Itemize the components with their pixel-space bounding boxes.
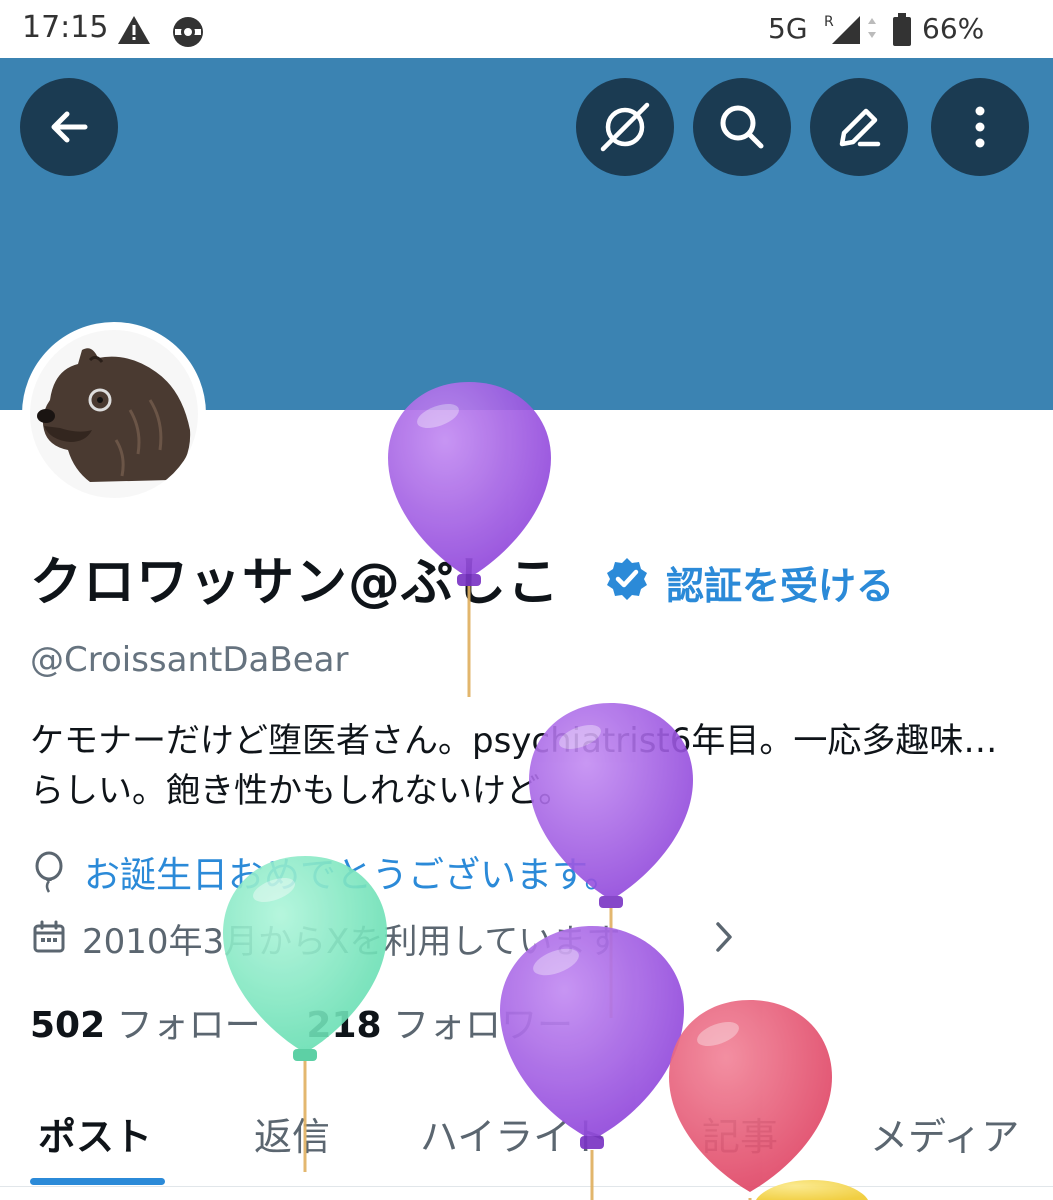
calendar-icon [33,920,65,953]
tab-media[interactable]: メディア [870,1106,1019,1161]
status-time: 17:15 [22,10,109,45]
compose-button[interactable] [810,78,908,176]
followers-count: 218 [306,1005,382,1046]
back-button[interactable] [20,78,118,176]
tab-divider [0,1186,1053,1187]
tab-articles[interactable]: 記事 [702,1106,778,1161]
network-type: 5G [768,12,808,45]
more-button[interactable] [931,78,1029,176]
status-bar: 17:15 5G R 66% [0,0,1053,58]
bear-avatar-image [30,330,198,498]
sync-icon [173,17,203,47]
birthday-message: お誕生日おめでとうございます。 [84,855,621,896]
battery-percent: 66% [922,12,985,45]
profile-tabs: ポスト 返信 ハイライト 記事 メディア [0,1088,1053,1200]
more-icon [975,106,985,148]
back-arrow-icon [51,111,88,143]
grok-button[interactable] [576,78,674,176]
followers-link[interactable]: 218 フォロワー [306,1005,573,1046]
signal-icon: R [824,14,876,44]
verified-badge-icon[interactable] [604,556,650,602]
tab-posts[interactable]: ポスト [38,1106,152,1161]
user-handle: @CroissantDaBear [30,640,349,680]
following-link[interactable]: 502 フォロー [30,1005,261,1046]
search-button[interactable] [693,78,791,176]
compose-icon [839,108,881,147]
active-tab-indicator [30,1178,165,1185]
search-icon [720,105,764,149]
roaming-indicator: R [824,14,834,30]
get-verified-link[interactable]: 認証を受ける [666,555,894,610]
chevron-right-icon[interactable] [712,920,736,954]
tab-highlights[interactable]: ハイライト [420,1106,609,1161]
tab-replies[interactable]: 返信 [254,1106,330,1161]
followers-label: フォロワー [393,1005,574,1046]
battery-icon [893,13,911,46]
following-count: 502 [30,1005,106,1046]
balloon-icon [35,851,63,893]
avatar[interactable] [22,322,206,506]
grok-icon [600,102,650,152]
follow-stats: 502 フォロー 218 フォロワー [30,996,573,1048]
warning-icon [118,16,150,44]
following-label: フォロー [116,1005,261,1046]
bear-head-illustration [37,348,191,482]
display-name: クロワッサン@ぷしこ [30,553,561,613]
profile-bio: ケモナーだけど堕医者さん。psychiatrist6年目。一応多趣味…らしい。飽… [30,721,998,811]
join-date: 2010年3月からXを利用しています [82,922,621,962]
